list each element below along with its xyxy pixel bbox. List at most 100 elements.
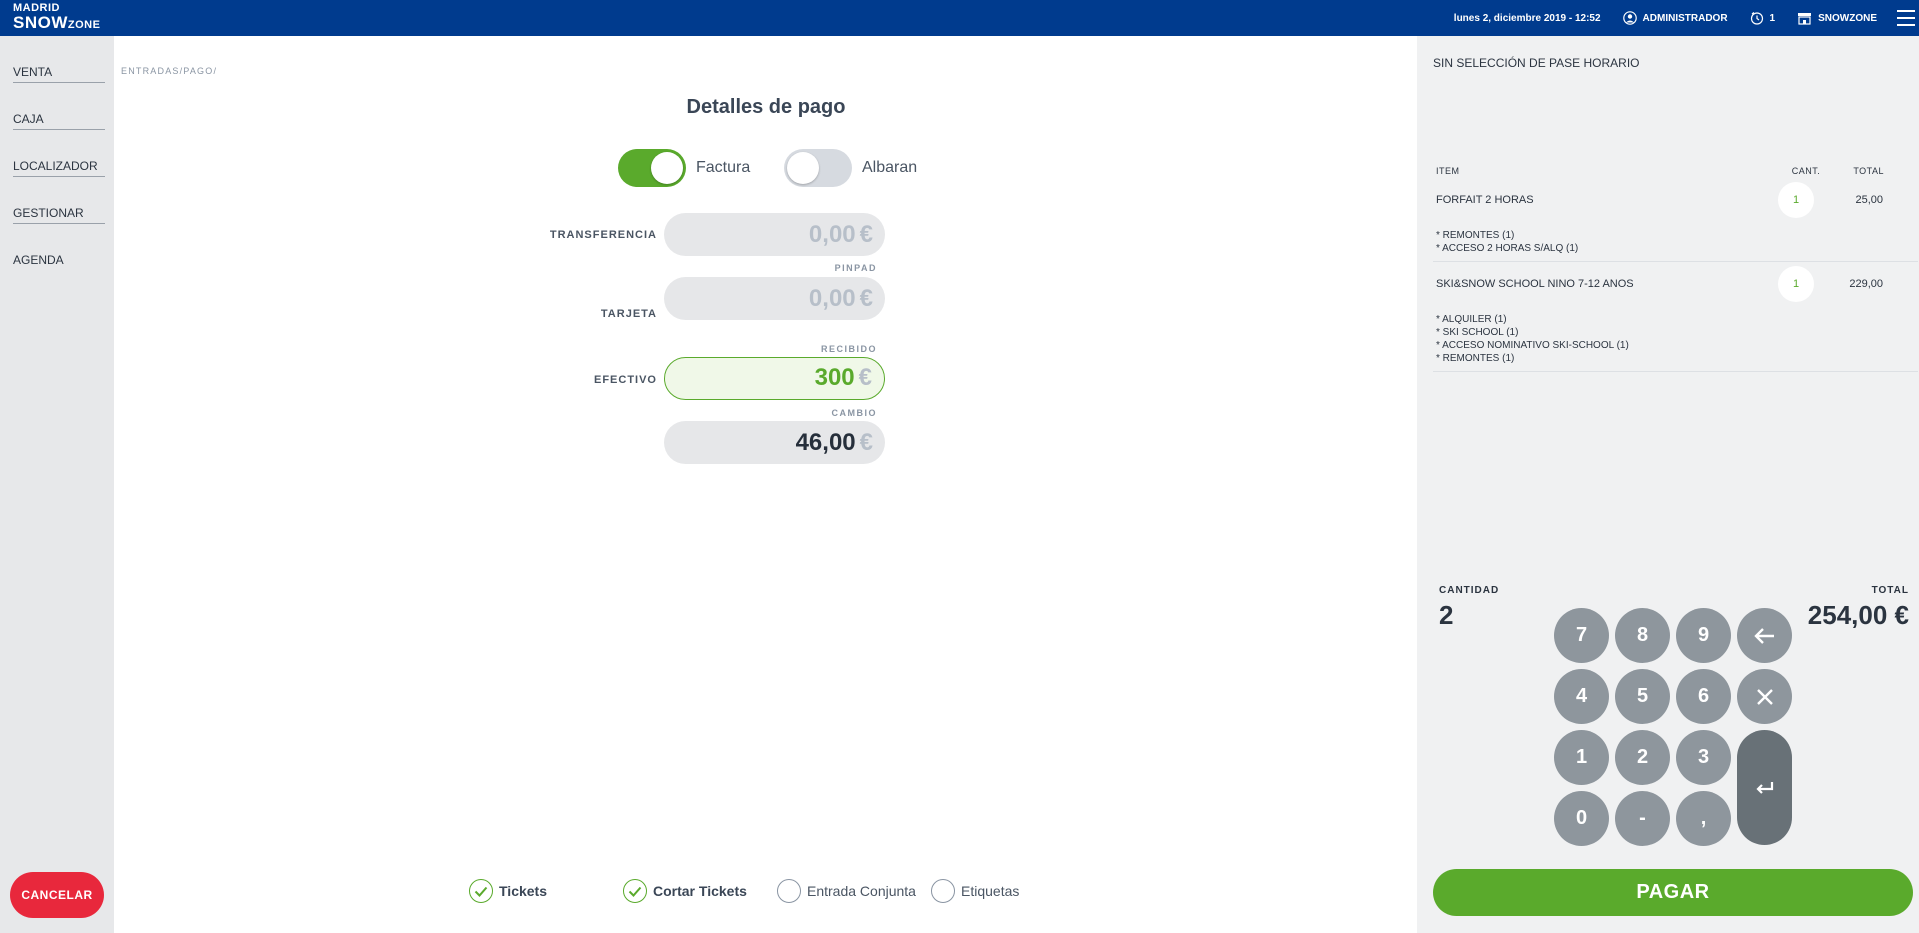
tickets-option[interactable]: Tickets [469, 879, 547, 903]
tickets-label: Tickets [499, 883, 547, 899]
factura-toggle[interactable] [618, 149, 686, 187]
entrada-conjunta-option[interactable]: Entrada Conjunta [777, 879, 916, 903]
brand-logo[interactable]: MADRID SNOWZONE [13, 3, 100, 32]
header-datetime: lunes 2, diciembre 2019 - 12:52 [1454, 13, 1601, 24]
cart-panel: SIN SELECCIÓN DE PASE HORARIO ITEM CANT.… [1417, 36, 1919, 933]
key-9[interactable]: 9 [1676, 608, 1731, 663]
entrada-conjunta-label: Entrada Conjunta [807, 883, 916, 899]
backspace-key[interactable] [1737, 608, 1792, 663]
header-counter[interactable]: 1 [1750, 11, 1776, 25]
cambio-field: 46,00 € [664, 421, 885, 464]
pinpad-label: PINPAD [834, 263, 877, 273]
key-7[interactable]: 7 [1554, 608, 1609, 663]
transferencia-label: TRANSFERENCIA [549, 229, 657, 241]
store-name: SNOWZONE [1818, 12, 1877, 24]
counter-value: 1 [1769, 12, 1776, 24]
cancel-button[interactable]: CANCELAR [10, 872, 104, 918]
top-bar: MADRID SNOWZONE lunes 2, diciembre 2019 … [0, 0, 1919, 36]
key-0[interactable]: 0 [1554, 791, 1609, 846]
enter-key[interactable] [1737, 730, 1792, 845]
efectivo-field[interactable]: 300 € [664, 357, 885, 400]
line-subitem: * ACCESO 2 HORAS S/ALQ (1) [1436, 243, 1579, 254]
albaran-label: Albaran [862, 159, 918, 176]
key-5[interactable]: 5 [1615, 669, 1670, 724]
key-4[interactable]: 4 [1554, 669, 1609, 724]
factura-toggle-group[interactable]: Factura [618, 149, 750, 187]
store-icon [1798, 12, 1812, 25]
tarjeta-label: TARJETA [600, 308, 657, 320]
recibido-label: RECIBIDO [820, 344, 877, 354]
total-value: 254,00 € [1807, 600, 1909, 630]
column-qty: CANT. [1791, 166, 1821, 176]
column-item: ITEM [1436, 166, 1460, 176]
line-subitem: * ALQUILER (1) [1436, 314, 1507, 325]
header-user[interactable]: ADMINISTRADOR [1622, 11, 1728, 25]
brand-line-2: SNOW [13, 13, 68, 32]
key-3[interactable]: 3 [1676, 730, 1731, 785]
clock-icon [1750, 12, 1763, 25]
key-6[interactable]: 6 [1676, 669, 1731, 724]
enter-icon [1755, 781, 1773, 794]
line-total: 229,00 [1849, 278, 1883, 290]
datetime-text: lunes 2, diciembre 2019 - 12:52 [1453, 12, 1601, 24]
pay-button[interactable]: PAGAR [1433, 869, 1913, 916]
menu-icon[interactable] [1897, 10, 1917, 26]
cambio-value: 46,00 [795, 429, 856, 456]
sidebar-item-agenda[interactable]: AGENDA [13, 224, 105, 271]
column-total: TOTAL [1853, 166, 1884, 176]
euro-symbol: € [859, 429, 873, 456]
cambio-label: CAMBIO [831, 408, 877, 418]
line-qty[interactable]: 1 [1778, 266, 1814, 302]
key-8[interactable]: 8 [1615, 608, 1670, 663]
sidebar-item-localizador[interactable]: LOCALIZADOR [13, 130, 105, 177]
page-title: Detalles de pago [686, 96, 846, 118]
transferencia-field[interactable]: 0,00 € [664, 213, 885, 256]
etiquetas-option[interactable]: Etiquetas [931, 879, 1019, 903]
albaran-toggle-group[interactable]: Albaran [784, 149, 917, 187]
clear-key[interactable] [1737, 669, 1792, 724]
albaran-toggle[interactable] [784, 149, 852, 187]
empty-circle-icon [931, 879, 955, 903]
sidebar-item-gestionar[interactable]: GESTIONAR [13, 177, 105, 224]
empty-circle-icon [777, 879, 801, 903]
breadcrumb: ENTRADAS/PAGO/ [121, 66, 218, 76]
euro-symbol: € [859, 221, 873, 248]
line-name: FORFAIT 2 HORAS [1436, 194, 1534, 206]
tarjeta-field[interactable]: 0,00 € [664, 277, 885, 320]
brand-line-3: ZONE [67, 19, 101, 31]
line-subitem: * REMONTES (1) [1436, 353, 1515, 364]
quantity-label: CANTIDAD [1439, 585, 1500, 596]
schedule-status: SIN SELECCIÓN DE PASE HORARIO [1433, 56, 1640, 70]
arrow-left-icon [1753, 627, 1774, 644]
key-minus[interactable]: - [1615, 791, 1670, 846]
line-name: SKI&SNOW SCHOOL NINO 7-12 ANOS [1436, 278, 1634, 290]
user-name: ADMINISTRADOR [1642, 12, 1728, 24]
cart-line[interactable]: SKI&SNOW SCHOOL NINO 7-12 ANOS 1 229,00 … [1433, 263, 1918, 372]
line-qty[interactable]: 1 [1778, 182, 1814, 218]
efectivo-value: 300 [814, 364, 855, 391]
key-1[interactable]: 1 [1554, 730, 1609, 785]
tarjeta-value: 0,00 [808, 285, 856, 312]
line-subitem: * SKI SCHOOL (1) [1436, 327, 1519, 338]
header-store[interactable]: SNOWZONE [1797, 12, 1877, 25]
key-2[interactable]: 2 [1615, 730, 1670, 785]
check-icon [623, 879, 647, 903]
cortar-tickets-option[interactable]: Cortar Tickets [623, 879, 747, 903]
euro-symbol: € [858, 364, 872, 391]
transferencia-value: 0,00 [808, 221, 856, 248]
line-subitem: * ACCESO NOMINATIVO SKI-SCHOOL (1) [1436, 340, 1629, 351]
user-icon [1622, 11, 1637, 25]
total-label: TOTAL [1871, 585, 1909, 596]
check-icon [469, 879, 493, 903]
efectivo-label: EFECTIVO [593, 374, 657, 386]
sidebar-item-caja[interactable]: CAJA [13, 83, 105, 130]
quantity-value: 2 [1439, 600, 1454, 630]
line-total: 25,00 [1855, 194, 1883, 206]
sidebar-item-venta[interactable]: VENTA [13, 36, 105, 83]
close-icon [1756, 688, 1773, 705]
cart-line[interactable]: FORFAIT 2 HORAS 1 25,00 * REMONTES (1) *… [1433, 180, 1918, 262]
key-comma[interactable]: , [1676, 791, 1731, 846]
euro-symbol: € [859, 285, 873, 312]
sidebar: VENTA CAJA LOCALIZADOR GESTIONAR AGENDA … [0, 36, 114, 933]
etiquetas-label: Etiquetas [961, 883, 1020, 899]
